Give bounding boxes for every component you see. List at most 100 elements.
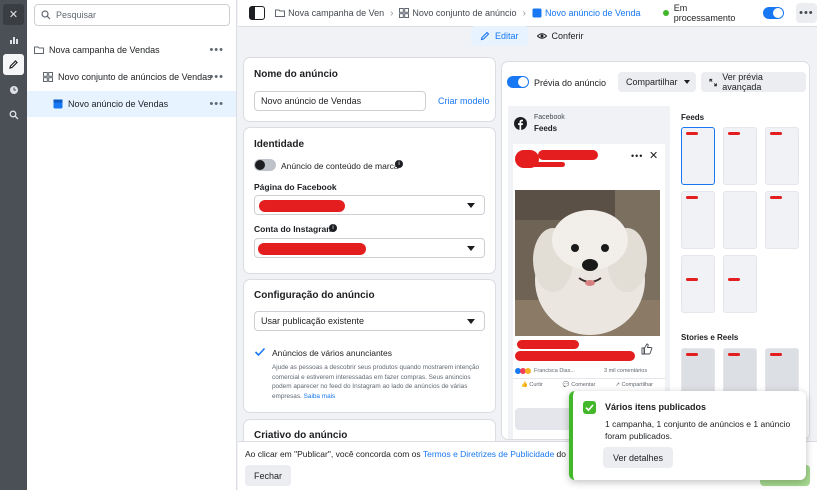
ad-name-card: Nome do anúncio Novo anúncio de Vendas C… xyxy=(244,58,495,121)
placement-thumbnails: Feeds Stories e Reels xyxy=(676,106,809,439)
platform-label: Facebook xyxy=(534,114,565,121)
pencil-icon[interactable] xyxy=(3,54,24,75)
breadcrumb-adset[interactable]: Novo conjunto de anúncios xyxy=(399,8,517,18)
tree-item-adset[interactable]: Novo conjunto de anúncios de Vendas ••• xyxy=(27,64,236,90)
placement-thumb[interactable] xyxy=(765,127,799,185)
placement-thumb[interactable] xyxy=(681,127,715,185)
caret-down-icon xyxy=(467,246,475,251)
facebook-page-label: Página do Facebook xyxy=(254,182,337,192)
redacted-subtitle xyxy=(529,162,565,167)
ad-setup-card: Configuração do anúncio Usar publicação … xyxy=(244,280,495,412)
instagram-account-select[interactable] xyxy=(254,238,485,258)
chevron-right-icon: › xyxy=(390,7,394,19)
tree-item-label: Nova campanha de Vendas xyxy=(49,45,160,55)
tree-item-label: Novo conjunto de anúncios de Vendas xyxy=(58,72,212,82)
chevron-right-icon: › xyxy=(522,7,526,19)
more-icon[interactable]: ••• xyxy=(209,71,224,83)
advanced-preview-label: Ver prévia avançada xyxy=(722,72,763,92)
redacted-instagram-name xyxy=(258,243,366,255)
more-icon[interactable]: ••• xyxy=(631,151,643,161)
close-icon[interactable]: ✕ xyxy=(649,149,658,162)
ad-name-input[interactable]: Novo anúncio de Vendas xyxy=(254,91,426,111)
create-template-link[interactable]: Criar modelo xyxy=(438,96,490,106)
reactions-row: Francisca Dias... xyxy=(515,368,575,374)
feeds-heading: Feeds xyxy=(681,113,705,122)
ad-preview-label: Prévia do anúncio xyxy=(534,78,607,88)
placement-thumb[interactable] xyxy=(681,191,715,249)
comment-action[interactable]: 💬 Comentar xyxy=(563,382,596,388)
search-icon[interactable] xyxy=(3,104,24,125)
campaign-tree-panel: Pesquisar Nova campanha de Vendas ••• No… xyxy=(27,0,237,490)
status-text: Em processamento xyxy=(673,3,736,23)
icon-rail: ✕ xyxy=(0,0,27,490)
learn-more-link[interactable]: Saiba mais xyxy=(304,393,336,400)
folder-icon xyxy=(275,9,286,17)
grid-icon xyxy=(43,72,53,82)
placement-thumb[interactable] xyxy=(723,255,757,313)
terms-link[interactable]: Termos e Diretrizes de Publicidade xyxy=(423,449,554,459)
ad-setup-value: Usar publicação existente xyxy=(261,316,365,326)
identity-card: Identidade Anúncio de conteúdo de marca … xyxy=(244,128,495,273)
breadcrumb-campaign[interactable]: Nova campanha de Vendas xyxy=(275,8,384,18)
instagram-account-label: Conta do Instagram xyxy=(254,224,334,234)
facebook-page-select[interactable] xyxy=(254,195,485,215)
ad-status-toggle[interactable] xyxy=(762,7,784,19)
placement-thumb[interactable] xyxy=(723,191,757,249)
placement-thumb[interactable] xyxy=(723,127,757,185)
share-button[interactable]: Compartilhar xyxy=(618,72,696,92)
caret-down-icon xyxy=(467,203,475,208)
tree-item-campaign[interactable]: Nova campanha de Vendas ••• xyxy=(27,37,236,63)
chart-icon[interactable] xyxy=(3,29,24,50)
placement-label: Feeds xyxy=(534,124,558,133)
haha-reaction-icon xyxy=(525,368,531,374)
branded-content-toggle[interactable] xyxy=(254,159,276,171)
info-icon[interactable]: i xyxy=(329,224,337,232)
breadcrumb-ad[interactable]: Novo anúncio de Vendas xyxy=(532,8,641,18)
ad-setup-select[interactable]: Usar publicação existente xyxy=(254,311,485,331)
share-label: Compartilhar xyxy=(626,77,678,87)
post-actions: 👍 Curtir 💬 Comentar ↗ Compartilhar xyxy=(521,382,653,388)
breadcrumb-label: Nova campanha de Vendas xyxy=(288,8,385,18)
feed-preview-area: Facebook Feeds ••• ✕ Francisca Dias... 3… xyxy=(508,106,670,439)
checkmark-icon[interactable] xyxy=(254,347,266,357)
sidebar-toggle-icon[interactable] xyxy=(249,6,265,20)
folder-icon xyxy=(34,46,44,54)
tab-label: Conferir xyxy=(551,31,584,41)
multi-advertiser-description: Ajude as pessoas a descobrir seus produt… xyxy=(272,363,482,401)
more-icon[interactable]: ••• xyxy=(209,44,224,56)
close-label: Fechar xyxy=(254,470,283,481)
tree-item-label: Novo anúncio de Vendas xyxy=(68,99,169,109)
tab-edit[interactable]: Editar xyxy=(471,26,528,46)
preview-bottom-button[interactable] xyxy=(515,408,575,430)
close-button[interactable]: Fechar xyxy=(245,465,292,486)
ad-setup-title: Configuração do anúncio xyxy=(254,290,375,301)
ad-preview-toggle[interactable] xyxy=(507,76,529,88)
advanced-preview-button[interactable]: Ver prévia avançada xyxy=(701,72,806,92)
mode-tabs: Editar Conferir xyxy=(471,26,593,46)
share-action[interactable]: ↗ Compartilhar xyxy=(615,382,653,388)
placement-thumb[interactable] xyxy=(681,255,715,313)
search-input[interactable]: Pesquisar xyxy=(34,4,230,26)
search-icon xyxy=(41,10,51,20)
tab-label: Editar xyxy=(495,31,519,41)
clock-icon[interactable] xyxy=(3,79,24,100)
tab-review[interactable]: Conferir xyxy=(528,26,593,46)
thumbs-up-icon[interactable] xyxy=(641,343,653,355)
post-image xyxy=(515,190,660,336)
placement-thumb[interactable] xyxy=(765,191,799,249)
close-icon[interactable]: ✕ xyxy=(3,4,24,25)
tree-item-ad[interactable]: Novo anúncio de Vendas ••• xyxy=(27,91,236,117)
info-icon[interactable]: i xyxy=(395,160,403,168)
redacted-headline xyxy=(517,340,579,349)
like-action[interactable]: 👍 Curtir xyxy=(521,382,543,388)
multi-advertiser-label: Anúncios de vários anunciantes xyxy=(272,348,393,358)
comments-count: 3 mil comentários xyxy=(604,368,648,374)
caret-down-icon xyxy=(683,80,690,84)
eye-icon xyxy=(536,33,547,39)
grid-icon xyxy=(399,8,410,18)
like-label: Curtir xyxy=(529,382,543,388)
more-options-button[interactable]: ••• xyxy=(795,3,817,23)
more-icon[interactable]: ••• xyxy=(209,98,224,110)
status-dot-icon xyxy=(663,10,669,16)
view-details-button[interactable]: Ver detalhes xyxy=(603,447,674,468)
